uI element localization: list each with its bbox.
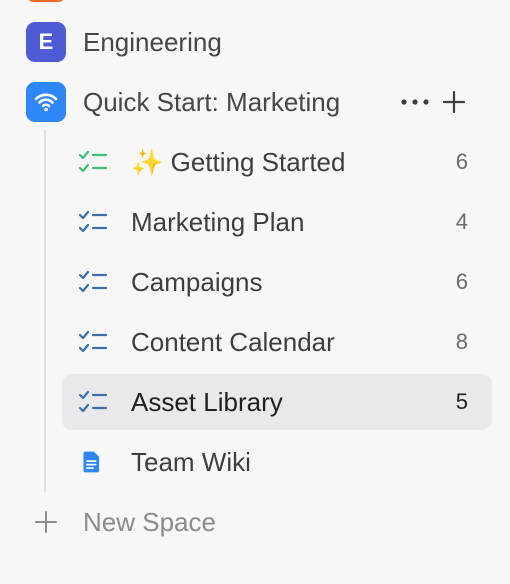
list-item-count: 8 [455,329,468,354]
list-item-count: 6 [455,149,468,174]
space-actions [400,74,466,130]
wifi-icon [34,93,58,112]
list-item-label: Campaigns [131,267,263,297]
list-item-team-wiki[interactable]: Team Wiki [62,434,492,490]
new-space-label: New Space [83,507,216,537]
list-item-count: 4 [455,209,468,234]
list-item-label: Team Wiki [131,447,251,477]
list-item-label: Marketing Plan [131,207,305,237]
add-list-icon[interactable] [442,90,466,114]
checklist-icon [78,210,108,233]
list-item-content-calendar[interactable]: Content Calendar 8 [62,314,492,370]
space-row-engineering[interactable]: E Engineering [0,14,510,70]
document-icon [83,451,100,473]
checklist-icon [78,330,108,353]
space-label-engineering: Engineering [83,27,222,57]
checklist-icon [78,390,108,413]
checklist-green-icon [78,150,108,173]
list-item-asset-library[interactable]: Asset Library 5 [62,374,492,430]
space-label-marketing: Quick Start: Marketing [83,87,341,117]
checklist-icon [78,270,108,293]
list-item-label: Asset Library [131,387,283,417]
plus-icon [35,511,57,533]
list-item-marketing-plan[interactable]: Marketing Plan 4 [62,194,492,250]
more-options-icon[interactable] [400,98,430,106]
new-space-button[interactable]: New Space [0,494,510,550]
list-item-count: 6 [455,269,468,294]
list-item-label: Content Calendar [131,327,335,357]
space-avatar-letter: E [38,29,54,54]
space-row-marketing[interactable]: Quick Start: Marketing [0,74,510,130]
space-avatar-engineering: E [26,22,66,62]
list-item-count: 5 [455,389,468,414]
list-item-label: ✨ Getting Started [131,147,346,177]
tree-line [44,130,46,492]
list-item-getting-started[interactable]: ✨ Getting Started 6 [62,134,492,190]
space-avatar-partial [26,0,66,2]
list-item-campaigns[interactable]: Campaigns 6 [62,254,492,310]
space-avatar-marketing [26,82,66,122]
